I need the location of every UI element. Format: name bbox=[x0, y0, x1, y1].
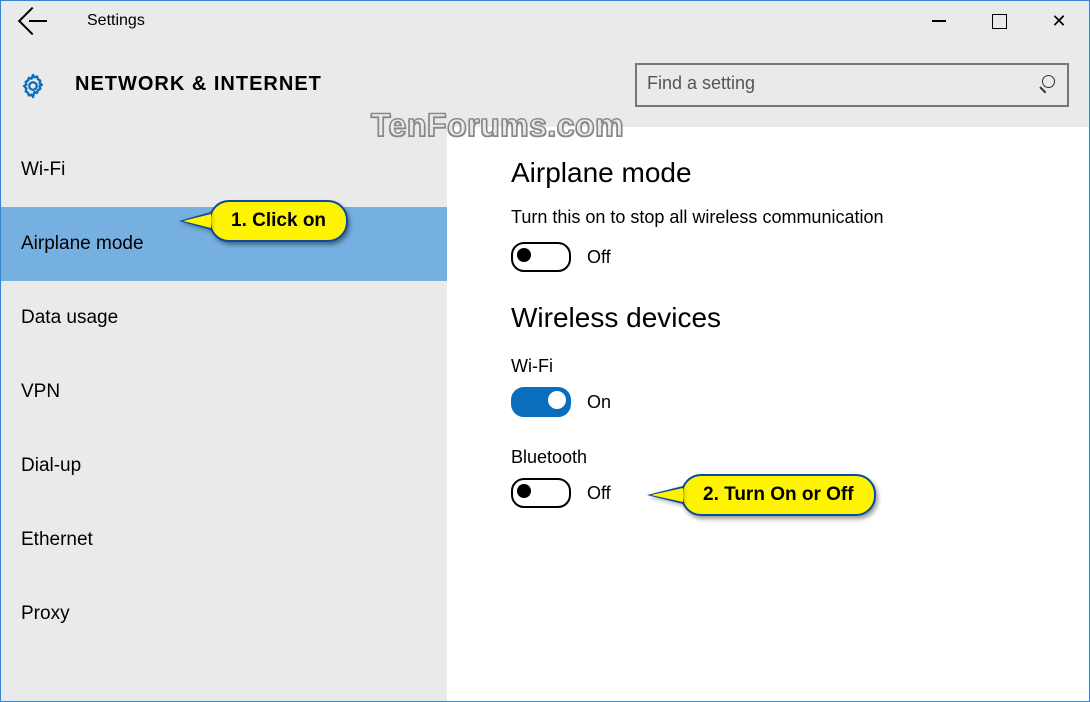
callout-2-text: 2. Turn On or Off bbox=[703, 484, 854, 505]
bluetooth-toggle[interactable] bbox=[511, 478, 571, 508]
maximize-button[interactable] bbox=[969, 1, 1029, 41]
close-button[interactable]: ✕ bbox=[1029, 1, 1089, 41]
sidebar-item-ethernet[interactable]: Ethernet bbox=[1, 503, 447, 577]
search-box[interactable] bbox=[635, 63, 1069, 107]
nav-item-label: Airplane mode bbox=[21, 233, 144, 255]
airplane-mode-toggle[interactable] bbox=[511, 242, 571, 272]
nav-item-label: Data usage bbox=[21, 307, 118, 329]
minimize-button[interactable] bbox=[909, 1, 969, 41]
gear-icon bbox=[19, 72, 47, 100]
nav-item-label: VPN bbox=[21, 381, 60, 403]
settings-window: Settings ✕ NETWORK & INTERNET Wi-FiAirpl… bbox=[0, 0, 1090, 702]
airplane-mode-description: Turn this on to stop all wireless commun… bbox=[511, 207, 1063, 228]
bluetooth-state: Off bbox=[587, 483, 611, 504]
window-controls: ✕ bbox=[909, 1, 1089, 41]
back-button[interactable] bbox=[1, 1, 57, 41]
callout-1-text: 1. Click on bbox=[231, 210, 326, 231]
sidebar-item-data-usage[interactable]: Data usage bbox=[1, 281, 447, 355]
body: Wi-Fi Airplane mode Data usage VPN Dial-up Et… bbox=[1, 127, 1089, 701]
titlebar: Settings ✕ bbox=[1, 1, 1089, 41]
sidebar-item-wifi[interactable]: Wi-Fi bbox=[1, 133, 447, 207]
sidebar-item-dial-up[interactable]: Dial-up bbox=[1, 429, 447, 503]
airplane-mode-heading: Airplane mode bbox=[511, 157, 1063, 189]
content-panel: Airplane mode Turn this on to stop all w… bbox=[447, 127, 1089, 701]
nav-item-label: Wi-Fi bbox=[21, 159, 65, 181]
search-icon bbox=[1039, 75, 1057, 93]
callout-2: 2. Turn On or Off bbox=[681, 474, 876, 516]
wireless-devices-heading: Wireless devices bbox=[511, 302, 1063, 334]
airplane-mode-state: Off bbox=[587, 247, 611, 268]
nav-item-label: Ethernet bbox=[21, 529, 93, 551]
wifi-label: Wi-Fi bbox=[511, 356, 1063, 377]
nav-item-label: Dial-up bbox=[21, 455, 81, 477]
callout-1: 1. Click on bbox=[209, 200, 348, 242]
search-input[interactable] bbox=[637, 65, 1037, 101]
sidebar-item-vpn[interactable]: VPN bbox=[1, 355, 447, 429]
nav-item-label: Proxy bbox=[21, 603, 70, 625]
header: NETWORK & INTERNET bbox=[1, 41, 1089, 127]
wifi-toggle[interactable] bbox=[511, 387, 571, 417]
sidebar-item-proxy[interactable]: Proxy bbox=[1, 577, 447, 651]
window-title: Settings bbox=[87, 12, 145, 30]
wifi-state: On bbox=[587, 392, 611, 413]
section-title: NETWORK & INTERNET bbox=[75, 73, 322, 96]
bluetooth-label: Bluetooth bbox=[511, 447, 1063, 468]
